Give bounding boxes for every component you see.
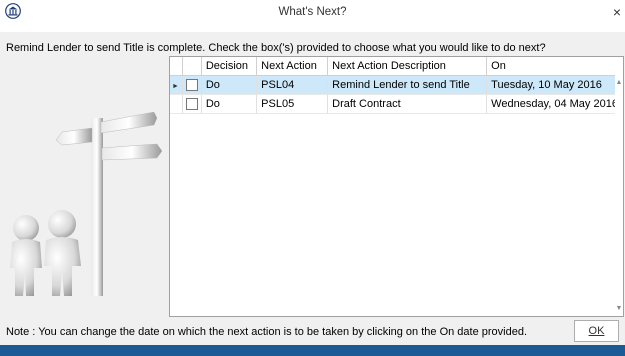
checkbox-header [182,57,202,76]
scroll-up-icon[interactable]: ▲ [615,79,623,86]
cell-description: Remind Lender to send Title [327,75,488,95]
column-header-on[interactable]: On [486,57,623,76]
column-header-decision[interactable]: Decision [201,57,258,76]
signpost-people-illustration [10,111,163,296]
column-header-description[interactable]: Next Action Description [327,57,488,76]
actions-grid: Decision Next Action Next Action Descrip… [169,56,624,317]
column-header-next-action[interactable]: Next Action [256,57,329,76]
cell-decision[interactable]: Do [201,75,258,95]
close-icon[interactable]: × [613,5,621,19]
vertical-scrollbar[interactable]: ▲ ▼ [615,57,623,316]
row-indicator [170,94,183,114]
ok-button[interactable]: OK [574,320,619,342]
cell-on-date[interactable]: Wednesday, 04 May 2016 [486,94,623,114]
row-pointer-icon: ► [170,75,183,95]
table-row[interactable]: ► Do PSL04 Remind Lender to send Title T… [170,75,623,95]
taskbar [0,345,625,356]
prompt-text: Remind Lender to send Title is complete.… [6,42,546,54]
title-bar: What's Next? × [0,0,625,32]
cell-decision[interactable]: Do [201,94,258,114]
grid-header-row: Decision Next Action Next Action Descrip… [170,57,623,76]
row-indicator-header [170,57,183,76]
scroll-down-icon[interactable]: ▼ [615,305,623,312]
note-text: Note : You can change the date on which … [6,326,528,338]
cell-on-date[interactable]: Tuesday, 10 May 2016 [486,75,623,95]
row-checkbox[interactable] [182,94,202,114]
table-row[interactable]: Do PSL05 Draft Contract Wednesday, 04 Ma… [170,94,623,114]
cell-next-action: PSL04 [256,75,329,95]
cell-description: Draft Contract [327,94,488,114]
cell-next-action: PSL05 [256,94,329,114]
window-title: What's Next? [278,6,347,18]
row-checkbox[interactable] [182,75,202,95]
